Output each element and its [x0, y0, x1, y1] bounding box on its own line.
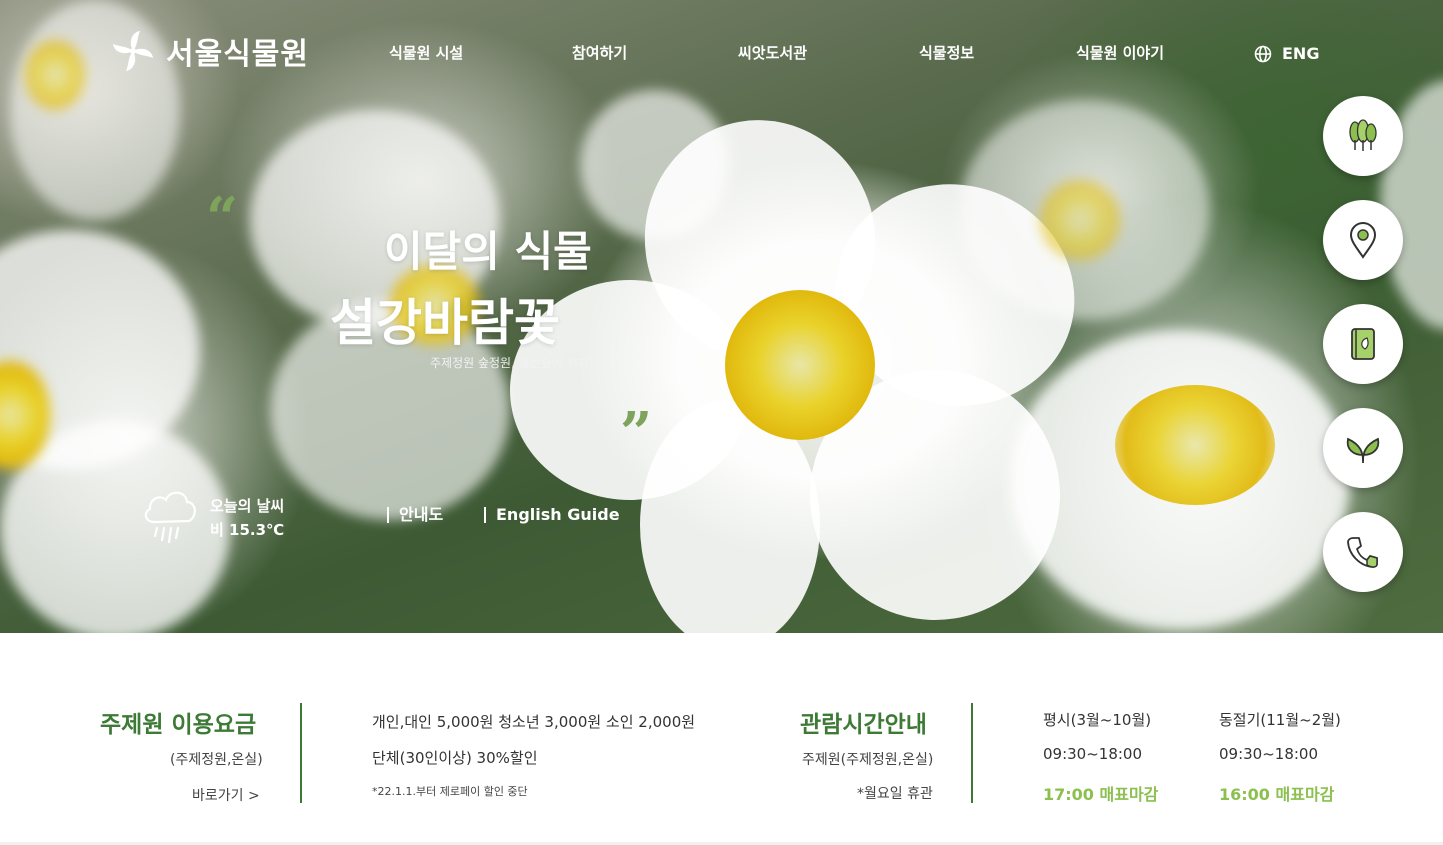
hero-banner: 서울식물원 식물원 시설 참여하기 씨앗도서관 식물정보 식물원 이야기 ENG… [0, 0, 1443, 633]
language-label: ENG [1282, 44, 1320, 63]
globe-icon [1254, 45, 1272, 62]
fees-shortcut-link[interactable]: 바로가기 > [192, 785, 260, 805]
book-icon [1351, 328, 1375, 360]
main-nav: 식물원 시설 참여하기 씨앗도서관 식물정보 식물원 이야기 [0, 42, 1443, 66]
quick-menu-sprout[interactable] [1323, 408, 1403, 488]
nav-item-facilities[interactable]: 식물원 시설 [389, 42, 463, 63]
season-winter-name: 동절기(11월~2월) [1219, 711, 1341, 729]
hero-title: 설강바람꽃 [330, 294, 560, 352]
nav-item-stories[interactable]: 식물원 이야기 [1076, 42, 1164, 63]
weather-value: 비 15.3℃ [210, 521, 285, 539]
weather-label: 오늘의 날씨 [210, 497, 285, 515]
season-winter-last-ticket: 16:00 매표마감 [1219, 785, 1335, 804]
fees-price-line: 개인,대인 5,000원 청소년 3,000원 소인 2,000원 [372, 713, 696, 731]
location-pin-icon [1349, 222, 1377, 259]
nav-item-seed-library[interactable]: 씨앗도서관 [738, 42, 807, 63]
fees-title: 주제원 이용요금 [100, 712, 257, 738]
season-normal-last-ticket: 17:00 매표마감 [1043, 785, 1159, 804]
quick-menu-location[interactable] [1323, 200, 1403, 280]
weather-widget: 오늘의 날씨 비 15.3℃ [140, 486, 284, 548]
trees-icon [1349, 119, 1377, 151]
quick-menu-phone[interactable] [1323, 512, 1403, 592]
hours-subtitle: 주제원(주제정원,온실) [802, 752, 934, 768]
nav-item-plant-info[interactable]: 식물정보 [919, 42, 974, 63]
nav-item-participate[interactable]: 참여하기 [572, 42, 627, 63]
season-normal-time: 09:30~18:00 [1043, 745, 1143, 763]
fees-divider [300, 703, 302, 803]
sprout-icon [1346, 437, 1380, 463]
hours-closed-note: *월요일 휴관 [857, 786, 933, 802]
rain-cloud-icon [144, 491, 196, 544]
season-winter-time: 09:30~18:00 [1219, 745, 1319, 763]
hero-subtitle: 이달의 식물 [384, 227, 592, 276]
fees-note: *22.1.1.부터 제로페이 할인 중단 [372, 785, 528, 798]
phone-icon [1347, 537, 1378, 568]
hours-divider [971, 703, 973, 803]
fees-subtitle: (주제정원,온실) [170, 752, 263, 768]
info-section: 주제원 이용요금 (주제정원,온실) 바로가기 > 개인,대인 5,000원 청… [0, 633, 1443, 845]
language-switch[interactable]: ENG [1254, 44, 1319, 63]
hours-title: 관람시간안내 [800, 712, 927, 738]
close-quote-mark: ” [620, 400, 653, 466]
season-normal-name: 평시(3월~10월) [1043, 711, 1152, 729]
hero-location: 주제정원 숲정원, 열린숲에 위치 [430, 356, 589, 370]
quick-menu-trees[interactable] [1323, 96, 1403, 176]
open-quote-mark: “ [206, 185, 239, 251]
fees-group-discount: 단체(30인이상) 30%할인 [372, 749, 538, 767]
map-guide-link[interactable]: 안내도 [387, 507, 443, 523]
quick-menu-book[interactable] [1323, 304, 1403, 384]
english-guide-link[interactable]: English Guide [484, 507, 620, 523]
